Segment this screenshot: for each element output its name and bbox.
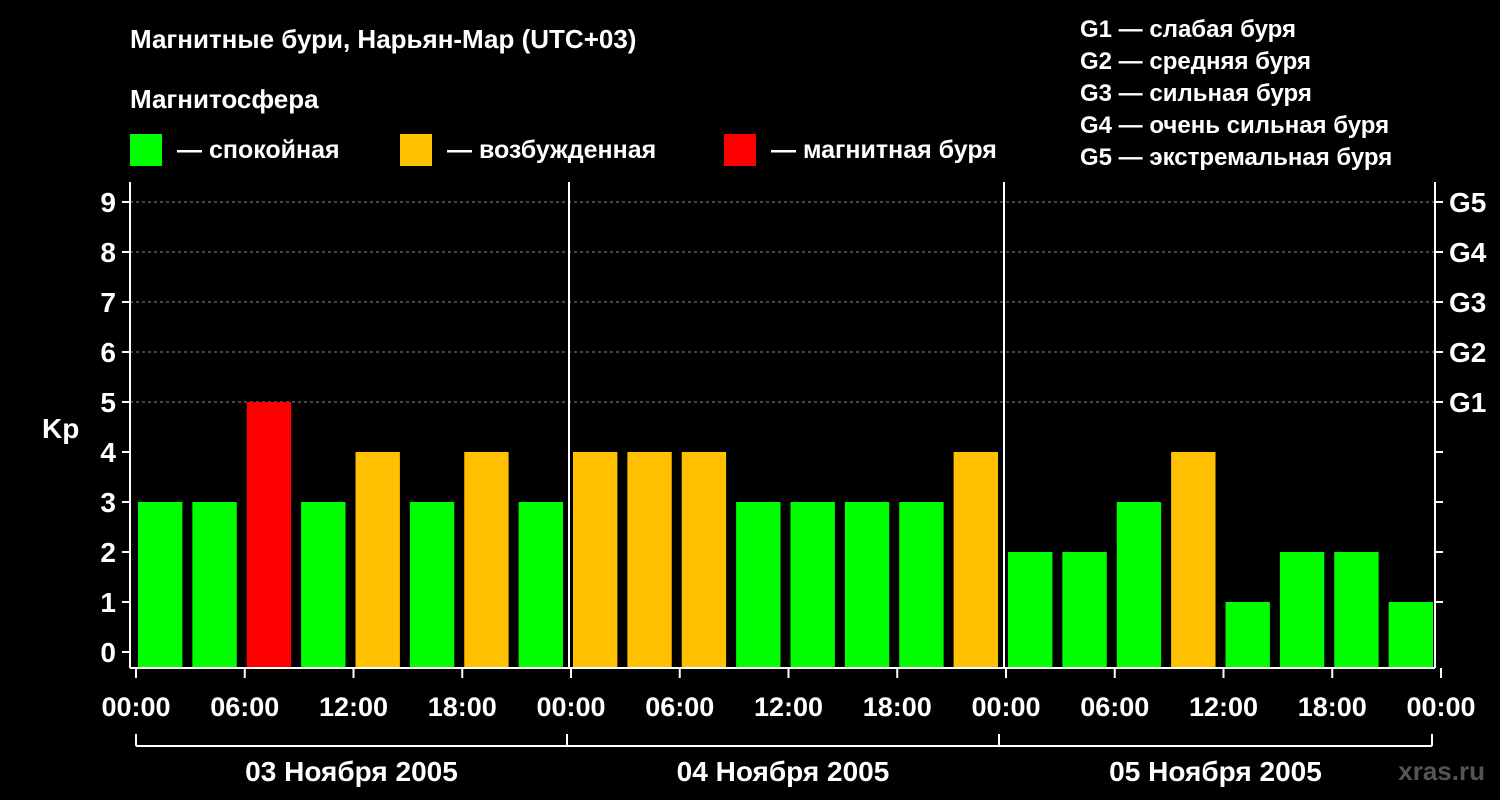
x-tick-label: 12:00: [1189, 692, 1258, 722]
right-tick-label: G3: [1449, 287, 1486, 318]
legend-label-storm: — магнитная буря: [771, 136, 997, 164]
storm-scale-g4: G4 — очень сильная буря: [1080, 112, 1389, 139]
bar: [1171, 452, 1216, 668]
bar: [464, 452, 509, 668]
bar: [1116, 502, 1162, 668]
chart-title: Магнитные бури, Нарьян-Мар (UTC+03): [130, 24, 636, 54]
legend-label-active: — возбужденная: [447, 136, 656, 164]
right-tick-label: G4: [1449, 237, 1487, 268]
x-tick-label: 00:00: [536, 692, 605, 722]
legend: — спокойная — возбужденная — магнитная б…: [130, 134, 997, 166]
x-tick-label: 18:00: [428, 692, 497, 722]
x-tick-label: 12:00: [754, 692, 823, 722]
legend-swatch-active: [400, 134, 432, 166]
y-tick-label: 8: [100, 237, 116, 268]
storm-scale: G1 — слабая буря G2 — средняя буря G3 — …: [1080, 16, 1392, 171]
x-tick-label: 06:00: [1080, 692, 1149, 722]
y-tick-label: 7: [100, 287, 116, 318]
y-tick-label: 4: [100, 437, 116, 468]
x-tick-label: 00:00: [1406, 692, 1475, 722]
legend-swatch-storm: [724, 134, 756, 166]
y-axis-label: Kp: [42, 413, 79, 444]
x-tick-label: 00:00: [971, 692, 1040, 722]
y-tick-label: 2: [100, 537, 116, 568]
bar: [1225, 602, 1270, 668]
bar: [736, 502, 781, 668]
storm-scale-g3: G3 — сильная буря: [1080, 80, 1312, 107]
bar: [301, 502, 346, 668]
bar: [573, 452, 618, 668]
day-label: 05 Ноября 2005: [1109, 756, 1322, 787]
bar: [899, 502, 944, 668]
legend-swatch-quiet: [130, 134, 162, 166]
storm-scale-g5: G5 — экстремальная буря: [1080, 144, 1392, 171]
x-tick-label: 00:00: [101, 692, 170, 722]
bar: [138, 502, 183, 668]
bar: [1334, 552, 1379, 668]
y-tick-label: 6: [100, 337, 116, 368]
x-tick-label: 06:00: [210, 692, 279, 722]
day-label: 04 Ноября 2005: [677, 756, 890, 787]
bar: [844, 502, 890, 668]
right-tick-label: G1: [1449, 387, 1486, 418]
x-tick-label: 12:00: [319, 692, 388, 722]
y-tick-label: 0: [100, 637, 116, 668]
y-tick-label: 5: [100, 387, 116, 418]
chart-subtitle: Магнитосфера: [130, 84, 319, 114]
storm-scale-g2: G2 — средняя буря: [1080, 48, 1311, 75]
right-tick-label: G5: [1449, 187, 1486, 218]
storm-scale-g1: G1 — слабая буря: [1080, 16, 1296, 43]
day-label: 03 Ноября 2005: [245, 756, 458, 787]
bar: [681, 452, 727, 668]
bar: [1062, 552, 1107, 668]
bar: [1008, 552, 1053, 668]
legend-label-quiet: — спокойная: [177, 136, 340, 164]
y-tick-label: 3: [100, 487, 116, 518]
bar: [953, 452, 998, 668]
bar: [518, 502, 563, 668]
bar: [246, 402, 292, 668]
bar: [409, 502, 455, 668]
bar: [790, 502, 835, 668]
x-tick-label: 18:00: [863, 692, 932, 722]
y-tick-label: 9: [100, 187, 116, 218]
bar: [1388, 602, 1433, 668]
bar: [627, 452, 672, 668]
watermark: xras.ru: [1398, 756, 1485, 786]
kp-chart: Магнитные бури, Нарьян-Мар (UTC+03) Магн…: [42, 16, 1487, 787]
right-tick-label: G2: [1449, 337, 1486, 368]
x-tick-label: 06:00: [645, 692, 714, 722]
bar: [1279, 552, 1325, 668]
bar: [355, 452, 400, 668]
x-tick-label: 18:00: [1298, 692, 1367, 722]
y-tick-label: 1: [100, 587, 116, 618]
bar: [192, 502, 237, 668]
